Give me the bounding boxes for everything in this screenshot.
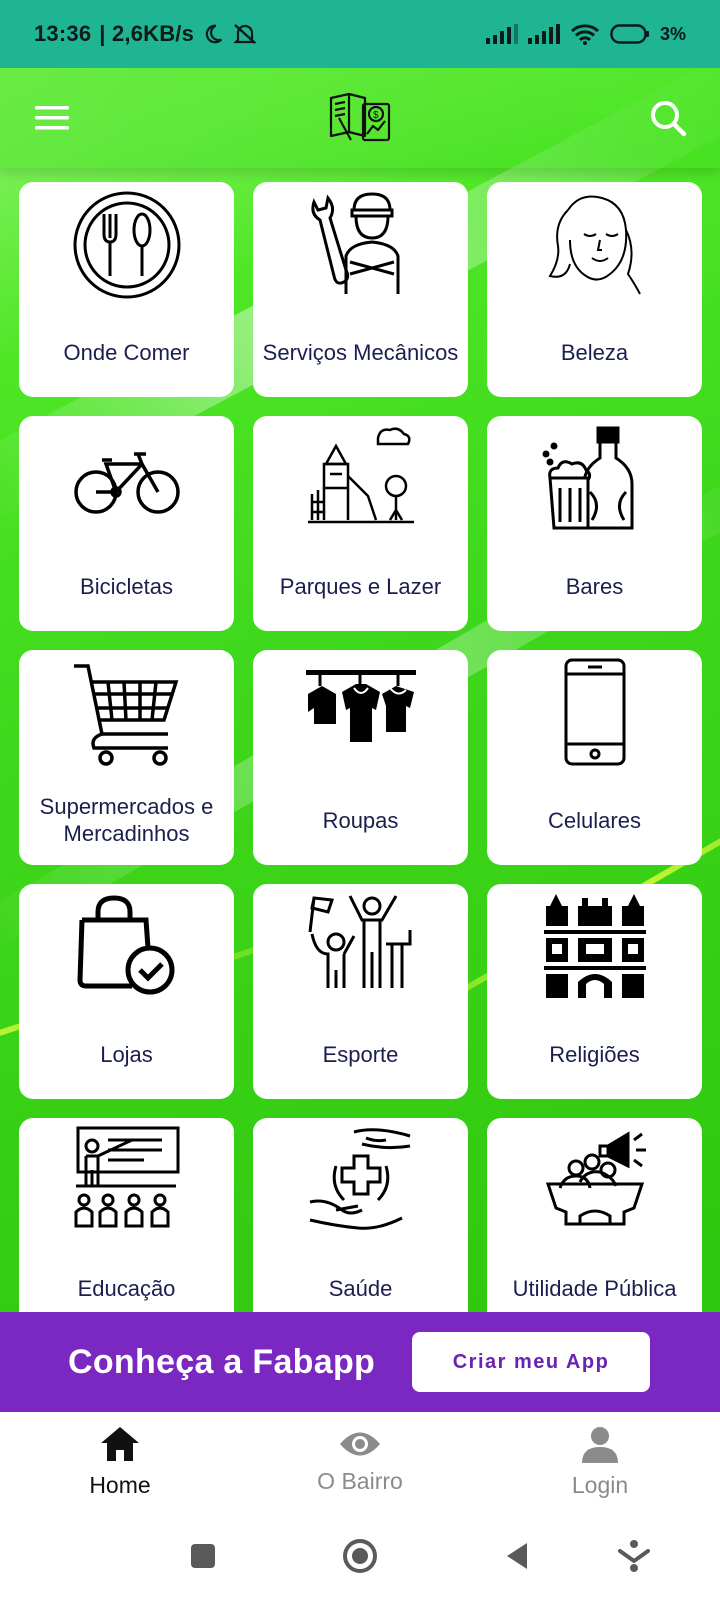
public-utility-megaphone-icon — [535, 1126, 655, 1236]
category-tile[interactable]: Utilidade Pública — [487, 1118, 702, 1312]
wifi-icon — [570, 23, 600, 45]
category-label: Beleza — [560, 339, 629, 365]
promo-banner: Conheça a Fabapp Criar meu App — [0, 1312, 720, 1412]
shopping-cart-icon — [67, 658, 187, 768]
bottom-navigation: Home O Bairro Login — [0, 1412, 720, 1512]
category-label: Onde Comer — [63, 339, 190, 365]
home-circle-icon[interactable] — [335, 1531, 385, 1581]
nav-label: O Bairro — [317, 1468, 403, 1494]
recent-apps-icon[interactable] — [178, 1531, 228, 1581]
home-icon — [99, 1425, 141, 1468]
nav-label: Login — [571, 1472, 629, 1498]
category-tile[interactable]: Religiões — [487, 884, 702, 1099]
user-icon — [581, 1425, 619, 1468]
nav-item-login[interactable]: Login — [480, 1412, 720, 1512]
cheering-people-icon — [301, 892, 421, 1002]
category-label: Parques e Lazer — [279, 573, 442, 599]
category-label: Bicicletas — [80, 573, 173, 599]
health-hands-cross-icon — [301, 1126, 421, 1236]
beer-bottle-icon — [535, 424, 655, 534]
assistant-icon[interactable] — [609, 1531, 659, 1581]
category-label: Bares — [565, 573, 624, 599]
smartphone-icon — [535, 658, 655, 768]
mechanic-icon — [301, 190, 421, 300]
app-bar: $ — [0, 68, 720, 168]
cathedral-icon — [535, 892, 655, 1002]
category-label: Educação — [77, 1275, 176, 1301]
nav-item-o-bairro[interactable]: O Bairro — [240, 1412, 480, 1512]
category-label: Lojas — [100, 1041, 153, 1067]
status-right: 3% — [485, 23, 686, 45]
category-label: Roupas — [322, 807, 399, 833]
category-tile[interactable]: Serviços Mecânicos — [253, 182, 468, 397]
moon-icon — [202, 23, 224, 45]
signal-icon-2 — [527, 24, 560, 44]
category-tile[interactable]: Educação — [19, 1118, 234, 1312]
status-left: 13:36 | 2,6KB/s — [34, 21, 258, 47]
status-speed: | 2,6KB/s — [99, 21, 195, 46]
category-label: Esporte — [322, 1041, 399, 1067]
back-icon[interactable] — [492, 1531, 542, 1581]
playground-icon — [301, 424, 421, 534]
category-tile[interactable]: Supermercados e Mercadinhos — [19, 650, 234, 865]
banner-title: Conheça a Fabapp — [68, 1342, 376, 1381]
category-tile[interactable]: Saúde — [253, 1118, 468, 1312]
category-label: Utilidade Pública — [512, 1275, 677, 1301]
category-label: Serviços Mecânicos — [262, 339, 459, 365]
category-label: Saúde — [328, 1275, 393, 1301]
book-money-chart-logo-icon: $ — [325, 88, 395, 148]
category-tile[interactable]: Esporte — [253, 884, 468, 1099]
bicycle-icon — [67, 424, 187, 534]
woman-face-icon — [535, 190, 655, 300]
category-tile[interactable]: Parques e Lazer — [253, 416, 468, 631]
category-tile[interactable]: Bares — [487, 416, 702, 631]
category-grid: Onde Comer Serviços Mecânicos Beleza Bic… — [19, 182, 702, 1312]
main-content[interactable]: $ Onde Comer Serviços Mecânicos Beleza B… — [0, 68, 720, 1312]
battery-percent: 3% — [659, 23, 686, 44]
create-app-button[interactable]: Criar meu App — [412, 1332, 650, 1392]
hamburger-menu-icon[interactable] — [30, 96, 74, 140]
category-tile[interactable]: Roupas — [253, 650, 468, 865]
category-tile[interactable]: Celulares — [487, 650, 702, 865]
nav-label: Home — [89, 1472, 151, 1498]
category-label: Celulares — [548, 807, 641, 833]
search-icon[interactable] — [646, 96, 690, 140]
plate-cutlery-icon — [67, 190, 187, 300]
system-navigation-bar — [0, 1512, 720, 1600]
svg-text:$: $ — [373, 110, 379, 121]
category-tile[interactable]: Beleza — [487, 182, 702, 397]
battery-icon — [610, 23, 650, 45]
category-tile[interactable]: Onde Comer — [19, 182, 234, 397]
signal-icon — [485, 24, 518, 44]
status-time: 13:36 — [34, 21, 92, 46]
classroom-teacher-icon — [67, 1126, 187, 1236]
mute-bell-icon — [232, 22, 258, 46]
category-label: Religiões — [549, 1041, 640, 1067]
clothes-rack-icon — [301, 658, 421, 768]
shopping-bag-check-icon — [67, 892, 187, 1002]
nav-item-home[interactable]: Home — [0, 1412, 240, 1512]
status-bar: 13:36 | 2,6KB/s 3% — [0, 0, 720, 68]
category-tile[interactable]: Bicicletas — [19, 416, 234, 631]
category-label: Supermercados e Mercadinhos — [39, 794, 214, 846]
eye-icon — [338, 1429, 382, 1464]
category-tile[interactable]: Lojas — [19, 884, 234, 1099]
